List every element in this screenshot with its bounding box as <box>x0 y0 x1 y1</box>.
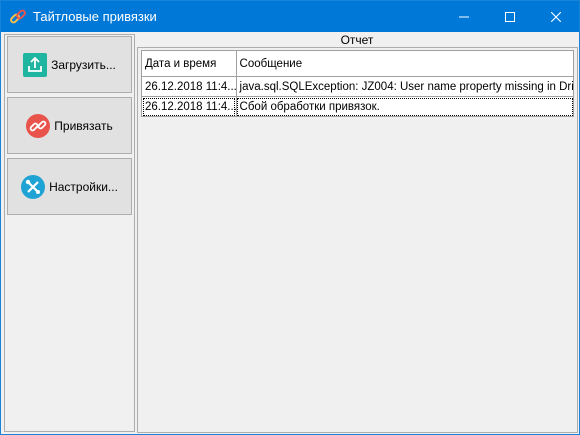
cell-datetime[interactable]: 26.12.2018 11:4... <box>141 76 237 97</box>
minimize-icon <box>459 16 469 17</box>
tools-icon <box>21 174 46 199</box>
upload-icon <box>23 52 48 77</box>
window-title: Тайтловые привязки <box>33 9 157 24</box>
close-button[interactable] <box>533 1 579 32</box>
sidebar-panel: Загрузить... Привязать Настройки... <box>4 34 135 432</box>
column-header-datetime[interactable]: Дата и время <box>141 50 237 77</box>
table-row[interactable]: 26.12.2018 11:4... Сбой обработки привяз… <box>141 96 575 117</box>
column-header-message[interactable]: Сообщение <box>235 50 575 77</box>
settings-button-label: Настройки... <box>49 179 118 194</box>
cell-message[interactable]: java.sql.SQLException: JZ004: User name … <box>235 76 575 97</box>
maximize-button[interactable] <box>487 1 533 32</box>
title-bar[interactable]: Тайтловые привязки <box>1 1 579 32</box>
bind-button-label: Привязать <box>54 118 113 133</box>
close-icon <box>551 11 561 22</box>
report-table[interactable]: Дата и время Сообщение 26.12.2018 11:4..… <box>141 50 575 117</box>
table-row[interactable]: 26.12.2018 11:4... java.sql.SQLException… <box>141 76 575 97</box>
cell-datetime[interactable]: 26.12.2018 11:4... <box>141 96 237 117</box>
table-header-row: Дата и время Сообщение <box>141 50 575 77</box>
minimize-button[interactable] <box>441 1 487 32</box>
maximize-icon <box>505 11 515 22</box>
settings-button[interactable]: Настройки... <box>7 158 132 215</box>
link-chain-icon <box>10 9 26 24</box>
app-window: Тайтловые привязки Загрузить... Привязат… <box>0 0 580 435</box>
cell-message[interactable]: Сбой обработки привязок. <box>235 96 575 117</box>
report-panel: Дата и время Сообщение 26.12.2018 11:4..… <box>137 47 578 433</box>
report-title: Отчет <box>340 33 374 47</box>
bind-button[interactable]: Привязать <box>7 97 132 154</box>
upload-button-label: Загрузить... <box>51 57 116 72</box>
link-icon <box>26 113 51 138</box>
upload-button[interactable]: Загрузить... <box>7 36 132 93</box>
